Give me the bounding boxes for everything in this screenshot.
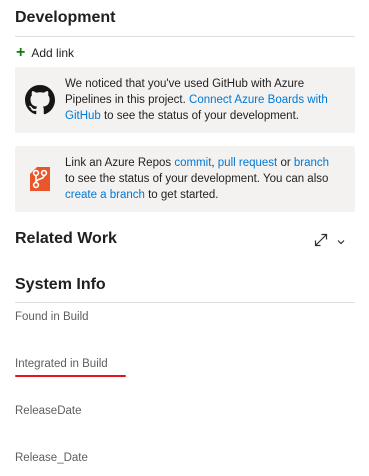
- branch-link[interactable]: branch: [294, 157, 329, 169]
- repos-text-3: to get started.: [144, 189, 219, 201]
- repos-info-box: Link an Azure Repos commit, pull request…: [15, 146, 355, 212]
- system-info-title: System Info: [15, 276, 106, 293]
- repos-sep-2: or: [277, 157, 294, 169]
- annotation-underline: [15, 375, 126, 377]
- related-work-controls: [314, 233, 346, 252]
- github-icon: [25, 85, 55, 115]
- repos-info-text: Link an Azure Repos commit, pull request…: [65, 155, 341, 203]
- related-work-title: Related Work: [15, 230, 117, 247]
- github-info-text: We noticed that you've used GitHub with …: [65, 76, 341, 124]
- field-release-date-underscore[interactable]: Release_Date: [15, 452, 88, 464]
- field-integrated-in-build[interactable]: Integrated in Build: [15, 358, 108, 370]
- create-branch-link[interactable]: create a branch: [65, 189, 145, 201]
- plus-icon: +: [16, 44, 26, 61]
- pull-request-link[interactable]: pull request: [218, 157, 277, 169]
- expand-icon[interactable]: [314, 233, 328, 252]
- field-release-date[interactable]: ReleaseDate: [15, 405, 81, 417]
- field-found-in-build[interactable]: Found in Build: [15, 311, 89, 323]
- system-info-divider: [15, 302, 355, 303]
- github-text-2: to see the status of your development.: [100, 110, 299, 122]
- development-divider: [15, 36, 355, 37]
- chevron-down-icon[interactable]: [336, 234, 346, 252]
- add-link-label: Add link: [31, 46, 75, 60]
- repos-text-1: Link an Azure Repos: [65, 157, 175, 169]
- commit-link[interactable]: commit: [174, 157, 211, 169]
- github-info-box: We noticed that you've used GitHub with …: [15, 67, 355, 133]
- azure-repos-icon: [25, 164, 55, 194]
- repos-text-2: to see the status of your development. Y…: [65, 173, 329, 185]
- add-link-button[interactable]: + Add link: [16, 44, 75, 61]
- development-title: Development: [15, 9, 116, 26]
